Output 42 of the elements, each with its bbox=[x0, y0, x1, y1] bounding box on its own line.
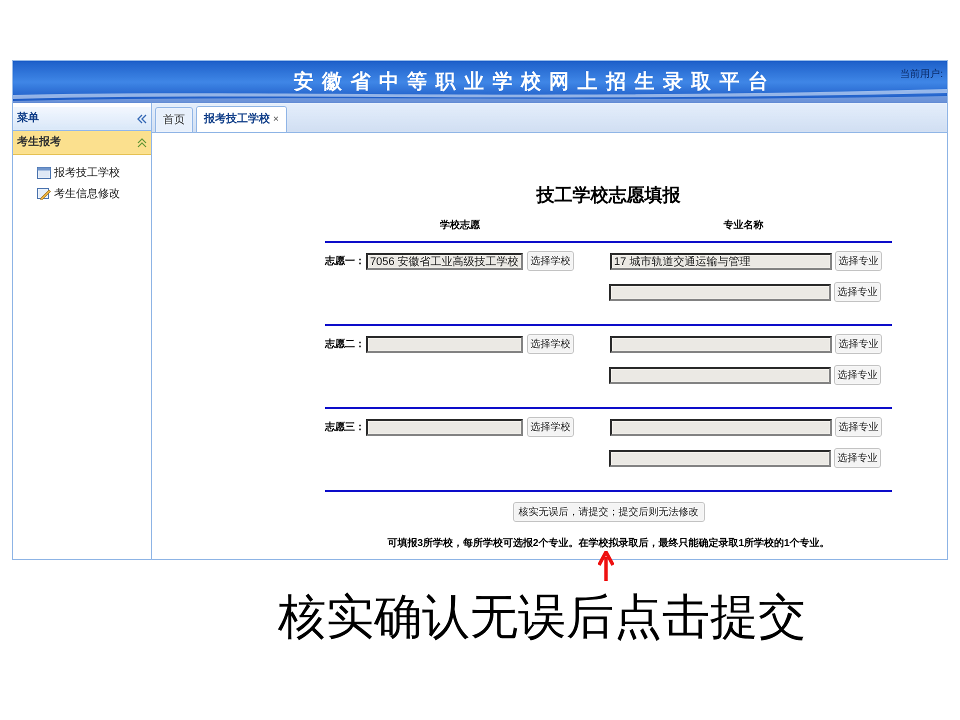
chevron-up-icon[interactable] bbox=[137, 138, 147, 148]
choice-label: 志愿三： bbox=[325, 420, 366, 434]
notice-text: 可填报3所学校，每所学校可选报2个专业。在学校拟录取后，最终只能确定录取1所学校的1个专业。 bbox=[386, 536, 831, 551]
select-button[interactable]: 选择专业 bbox=[834, 365, 881, 385]
input-field[interactable] bbox=[366, 418, 523, 436]
edit-form-icon bbox=[37, 188, 51, 200]
sidebar-title: 菜单 bbox=[17, 110, 39, 126]
input-field[interactable]: 7056 安徽省工业高级技工学校 bbox=[366, 252, 523, 270]
select-button[interactable]: 选择专业 bbox=[834, 282, 881, 302]
input-field[interactable] bbox=[609, 366, 831, 384]
site-title: 安徽省中等职业学校网上招生录取平台 bbox=[294, 70, 776, 95]
accordion-header[interactable]: 考生报考 bbox=[13, 131, 151, 155]
select-button[interactable]: 选择专业 bbox=[835, 334, 882, 354]
choice-label: 志愿二： bbox=[325, 338, 366, 352]
input-field[interactable] bbox=[609, 284, 831, 300]
input-field[interactable] bbox=[610, 418, 832, 436]
input-field[interactable]: 17 城市轨道交通运输与管理 bbox=[610, 252, 832, 270]
select-button[interactable]: 选择专业 bbox=[835, 417, 882, 437]
column-header: 学校志愿 bbox=[439, 218, 481, 232]
input-field[interactable] bbox=[610, 336, 832, 352]
tab[interactable]: 首页 bbox=[155, 107, 193, 132]
sidebar-item[interactable]: 报考技工学校 bbox=[54, 164, 120, 182]
submit-button[interactable]: 核实无误后，请提交；提交后则无法修改 bbox=[512, 502, 704, 522]
input-field[interactable] bbox=[366, 336, 523, 352]
column-header: 专业名称 bbox=[722, 218, 764, 232]
caption-text: 核实确认无误后点击提交 bbox=[278, 590, 806, 646]
form-title: 技工学校志愿填报 bbox=[535, 184, 682, 207]
input-field[interactable] bbox=[609, 450, 831, 466]
sidebar-item[interactable]: 考生信息修改 bbox=[54, 186, 120, 202]
choice-label: 志愿一： bbox=[325, 254, 366, 268]
select-button[interactable]: 选择学校 bbox=[527, 417, 574, 437]
select-button[interactable]: 选择专业 bbox=[834, 448, 881, 468]
close-icon[interactable]: × bbox=[273, 112, 279, 127]
select-button[interactable]: 选择专业 bbox=[835, 251, 882, 271]
section-title: 考生报考 bbox=[17, 134, 61, 150]
arrow-icon bbox=[598, 551, 614, 581]
tab[interactable]: 报考技工学校 × bbox=[196, 106, 287, 132]
collapse-icon[interactable] bbox=[137, 114, 147, 124]
select-button[interactable]: 选择学校 bbox=[527, 251, 574, 271]
window-icon bbox=[37, 167, 51, 179]
select-button[interactable]: 选择学校 bbox=[527, 334, 574, 354]
current-user-label: 当前用户: bbox=[900, 68, 943, 82]
